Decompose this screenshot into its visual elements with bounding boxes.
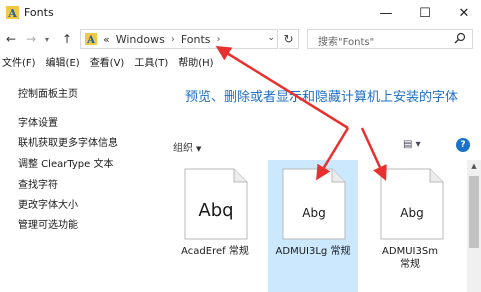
menu-bar: 文件(F) 编辑(E) 查看(V) 工具(T) 帮助(H): [0, 54, 481, 72]
font-name-label: AcadEref 常规: [181, 246, 249, 257]
breadcrumb-separator-icon[interactable]: ›: [171, 34, 175, 45]
refresh-button[interactable]: ↻: [279, 29, 299, 49]
font-preview-sample: Abg: [400, 206, 424, 220]
fonts-folder-icon: A: [85, 33, 97, 45]
sidebar-font-settings[interactable]: 字体设置: [18, 114, 58, 129]
svg-text:A: A: [7, 7, 17, 19]
navigation-bar: ← → ▾ ↑ A « Windows › Fonts › ⌄ ↻: [0, 26, 481, 52]
breadcrumb-separator-icon[interactable]: ›: [217, 34, 221, 45]
search-box[interactable]: [307, 29, 473, 52]
scroll-up-icon[interactable]: ▲: [467, 160, 481, 172]
font-name-label: ADMUI3Sm 常规: [382, 246, 438, 270]
sidebar-control-panel-home[interactable]: 控制面板主页: [18, 85, 78, 100]
back-button[interactable]: ←: [2, 29, 20, 49]
sidebar-manage-optional-features[interactable]: 管理可选功能: [18, 216, 78, 231]
minimize-button[interactable]: —: [369, 0, 403, 26]
help-icon[interactable]: ?: [456, 138, 470, 152]
fonts-folder-icon: A: [6, 6, 19, 19]
svg-text:A: A: [86, 35, 95, 45]
search-icon[interactable]: [454, 32, 466, 44]
search-input[interactable]: [316, 33, 456, 52]
sidebar-get-font-info-online[interactable]: 联机获取更多字体信息: [18, 134, 118, 149]
font-file-icon: [380, 168, 444, 240]
sidebar-change-font-size[interactable]: 更改字体大小: [18, 196, 78, 211]
menu-tools[interactable]: 工具(T): [134, 54, 168, 72]
recent-locations-button[interactable]: ▾: [38, 29, 56, 49]
sidebar: 控制面板主页 字体设置 联机获取更多字体信息 调整 ClearType 文本 查…: [0, 74, 160, 292]
menu-view[interactable]: 查看(V): [90, 54, 125, 72]
address-dropdown-icon[interactable]: ⌄: [267, 33, 275, 43]
view-options-button[interactable]: ▤ ▾: [403, 139, 421, 150]
address-bar[interactable]: A « Windows › Fonts › ⌄: [80, 29, 278, 49]
font-tile-admui3lg[interactable]: Abg ADMUI3Lg 常规: [268, 160, 358, 292]
sidebar-adjust-cleartype[interactable]: 调整 ClearType 文本: [18, 155, 113, 170]
menu-help[interactable]: 帮助(H): [178, 54, 213, 72]
menu-file[interactable]: 文件(F): [2, 54, 36, 72]
caret-down-icon: ▼: [196, 145, 202, 153]
up-button[interactable]: ↑: [58, 29, 76, 49]
organize-label: 组织: [173, 143, 193, 154]
font-tile-acaderef[interactable]: Abq AcadEref 常规: [170, 160, 260, 292]
overflow-chevron-icon[interactable]: «: [103, 33, 110, 46]
sidebar-find-character[interactable]: 查找字符: [18, 176, 58, 191]
organize-button[interactable]: 组织 ▼: [173, 139, 201, 154]
breadcrumb-windows[interactable]: Windows: [116, 33, 165, 46]
maximize-button[interactable]: ☐: [408, 0, 442, 26]
vertical-scrollbar[interactable]: ▲: [467, 160, 481, 292]
font-preview-sample: Abg: [302, 206, 326, 220]
menu-edit[interactable]: 编辑(E): [46, 54, 80, 72]
font-tile-admui3sm[interactable]: Abg ADMUI3Sm 常规: [366, 160, 456, 292]
title-bar: A Fonts — ☐ ✕: [0, 0, 481, 26]
font-preview-sample: Abq: [198, 200, 234, 221]
font-name-label: ADMUI3Lg 常规: [275, 246, 351, 257]
scroll-thumb[interactable]: [469, 176, 479, 248]
close-button[interactable]: ✕: [447, 0, 481, 26]
page-heading: 预览、删除或者显示和隐藏计算机上安装的字体: [185, 90, 459, 105]
content-toolbar: 组织 ▼: [160, 136, 481, 156]
window-title: Fonts: [24, 6, 54, 19]
font-file-icon: [282, 168, 346, 240]
breadcrumb-fonts[interactable]: Fonts: [181, 33, 211, 46]
